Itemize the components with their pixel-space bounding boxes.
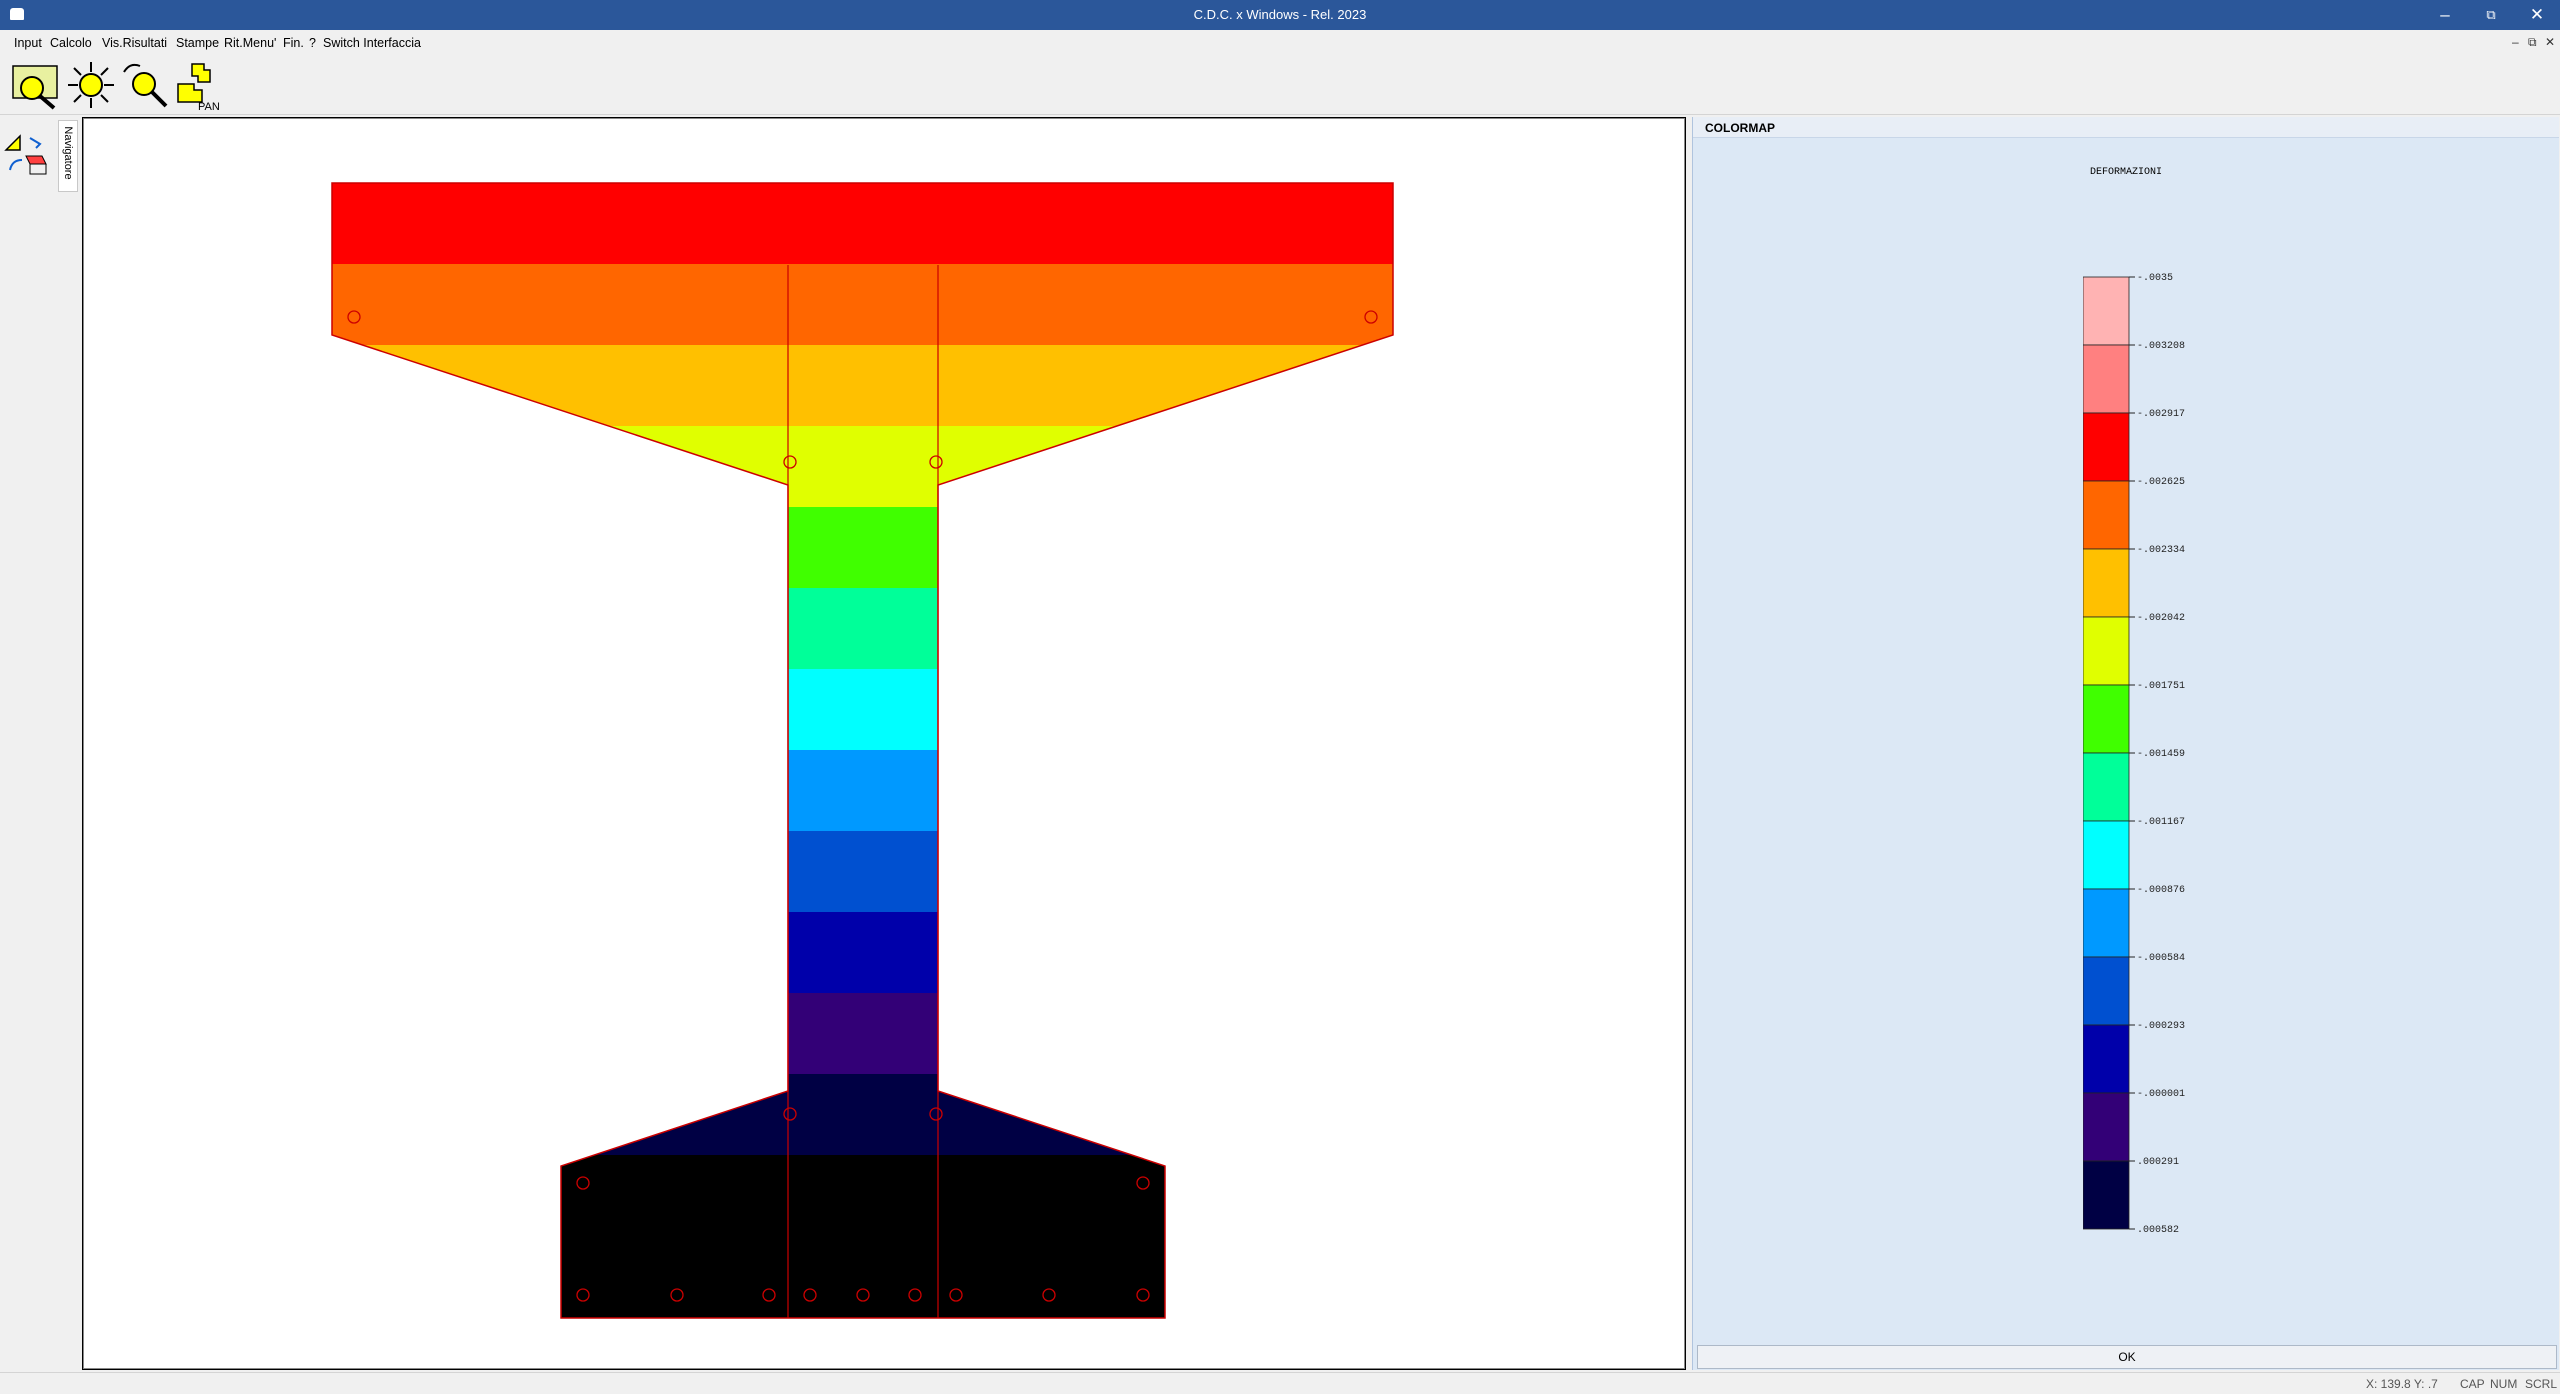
status-cap: CAP	[2460, 1377, 2485, 1391]
colormap-label: -.000584	[2137, 953, 2185, 964]
menu-rit-menu[interactable]: Rit.Menu'	[224, 36, 276, 50]
colormap-label: -.001751	[2137, 681, 2185, 692]
panel-header	[1693, 117, 2559, 138]
colormap-label: -.000876	[2137, 885, 2185, 896]
colormap-panel: COLORMAP DEFORMAZIONI -.0035 -.003208 -.00…	[1692, 117, 2559, 1370]
menu-stampe[interactable]: Stampe	[176, 36, 219, 50]
mdi-restore-icon[interactable]: ⧉	[2528, 35, 2537, 50]
colormap-swatch	[2083, 480, 2130, 550]
colormap-swatch	[2083, 412, 2130, 482]
colormap-swatch	[2083, 344, 2130, 414]
close-button[interactable]: ✕	[2514, 0, 2560, 30]
colormap-label: -.000001	[2137, 1089, 2185, 1100]
colormap-label: -.000293	[2137, 1021, 2185, 1032]
strain-band	[332, 1236, 1393, 1318]
zoom-window-icon[interactable]	[10, 60, 60, 110]
colormap-label: -.003208	[2137, 341, 2185, 352]
menu-switch-interfaccia[interactable]: Switch Interfaccia	[323, 36, 421, 50]
menu-fin[interactable]: Fin.	[283, 36, 304, 50]
colormap-swatch	[2083, 956, 2130, 1026]
colormap-label: -.002917	[2137, 409, 2185, 420]
colormap-label: .000582	[2137, 1225, 2179, 1236]
strain-band	[332, 993, 1393, 1075]
colormap-swatch	[2083, 752, 2130, 822]
colormap-swatch	[2083, 1024, 2130, 1094]
status-num: NUM	[2490, 1377, 2518, 1391]
menu-calcolo[interactable]: Calcolo	[50, 36, 92, 50]
strain-band	[332, 669, 1393, 751]
colormap-swatch	[2083, 888, 2130, 958]
colormap-swatch	[2083, 548, 2130, 618]
colormap-label: -.0035	[2137, 273, 2173, 284]
colormap-swatch	[2083, 1092, 2130, 1162]
colormap-swatch	[2083, 684, 2130, 754]
strain-band	[332, 1074, 1393, 1156]
title-bar: C.D.C. x Windows - Rel. 2023 – ⧉ ✕	[0, 0, 2560, 30]
zoom-out-icon[interactable]	[120, 60, 170, 110]
status-bar: X: 139.8 Y: .7 CAP NUM SCRL	[0, 1372, 2560, 1394]
navigation-tools-icon[interactable]	[4, 130, 52, 178]
strain-band	[332, 426, 1393, 508]
menu-input[interactable]: Input	[14, 36, 42, 50]
strain-band	[332, 264, 1393, 346]
tab-navigatore-label: Navigatore	[62, 126, 74, 180]
strain-band	[332, 183, 1393, 265]
colormap-swatch	[2083, 820, 2130, 890]
colormap-label: -.001459	[2137, 749, 2185, 760]
strain-band	[332, 750, 1393, 832]
window-title: C.D.C. x Windows - Rel. 2023	[1193, 7, 1367, 22]
left-sidebar	[0, 116, 80, 1370]
tab-navigatore[interactable]: Navigatore	[58, 120, 78, 192]
restore-button[interactable]: ⧉	[2468, 0, 2514, 30]
zoom-extents-icon[interactable]	[66, 60, 116, 110]
toolbar: PAN	[0, 56, 2560, 115]
minimize-button[interactable]: –	[2422, 0, 2468, 30]
colormap-label: -.001167	[2137, 817, 2185, 828]
menu-vis-risultati[interactable]: Vis.Risultati	[102, 36, 167, 50]
cross-section-drawing	[331, 182, 1394, 1319]
drawing-canvas[interactable]	[82, 117, 1686, 1370]
mdi-close-icon[interactable]: ✕	[2545, 35, 2555, 49]
menu-bar: Input Calcolo Vis.Risultati Stampe Rit.M…	[0, 32, 2560, 54]
pan-label: PAN	[198, 101, 220, 110]
colormap-legend: -.0035 -.003208 -.002917 -.002625 -.002334 -.…	[2083, 273, 2185, 1236]
ok-button[interactable]: OK	[1697, 1345, 2557, 1369]
menu-help[interactable]: ?	[309, 36, 316, 50]
strain-band	[332, 345, 1393, 427]
colormap-label: .000291	[2137, 1157, 2179, 1168]
strain-band	[332, 912, 1393, 994]
status-scrl: SCRL	[2525, 1377, 2558, 1391]
pan-icon[interactable]: PAN	[174, 60, 224, 110]
colormap-title: DEFORMAZIONI	[2089, 167, 2162, 178]
colormap-label: -.002042	[2137, 613, 2185, 624]
colormap-swatch	[2083, 1160, 2130, 1230]
status-coords: X: 139.8 Y: .7	[2366, 1377, 2438, 1391]
strain-band	[332, 588, 1393, 670]
colormap-label: -.002334	[2137, 545, 2185, 556]
strain-band	[332, 831, 1393, 913]
colormap-swatch	[2083, 276, 2130, 346]
colormap-label: -.002625	[2137, 477, 2185, 488]
mdi-minimize-icon[interactable]: –	[2512, 35, 2519, 49]
panel-title: COLORMAP	[1705, 121, 1775, 135]
colormap-swatch	[2083, 616, 2130, 686]
strain-band	[332, 1155, 1393, 1237]
strain-band	[332, 507, 1393, 589]
strain-bands	[332, 183, 1393, 1318]
